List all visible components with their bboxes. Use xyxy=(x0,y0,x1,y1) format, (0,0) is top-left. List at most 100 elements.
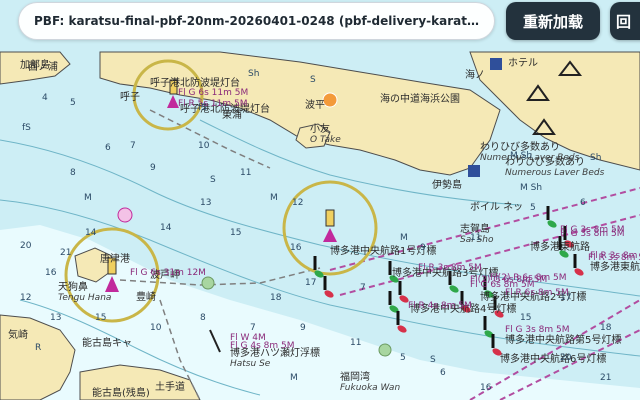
depth-sounding: 15 xyxy=(520,313,531,323)
depth-sounding: 20 xyxy=(20,241,32,251)
depth-sounding: 6 xyxy=(105,143,111,153)
seaweed-icon xyxy=(201,276,215,290)
depth-sounding: 14 xyxy=(85,228,97,238)
place-label: 呼子 xyxy=(120,91,140,103)
depth-sounding: 16 xyxy=(290,243,302,253)
place-label: 波平 xyxy=(305,98,325,111)
depth-sounding: 11 xyxy=(240,168,251,178)
place-label: 海の中道海浜公園 xyxy=(380,92,460,105)
depth-sounding: 18 xyxy=(600,323,612,333)
anchor-icon xyxy=(322,92,338,108)
light-characteristic-label: Fl(2) R 6s 8m 5M xyxy=(490,273,567,283)
seabed-notation: M Sh xyxy=(510,151,532,161)
place-label: 海ノ xyxy=(465,68,485,81)
depth-sounding: 10 xyxy=(198,141,210,151)
seabed-notation: M xyxy=(290,373,298,383)
depth-sounding: 7 xyxy=(360,283,366,293)
depth-sounding: 9 xyxy=(300,323,306,333)
depth-sounding: 18 xyxy=(270,293,282,303)
place-label-en: Fukuoka Wan xyxy=(340,383,400,393)
light-characteristic-label: Fl G 3s 8m 5M xyxy=(505,325,570,335)
place-label: ボイル ネッ xyxy=(470,201,523,213)
depth-sounding: 6 xyxy=(440,368,446,378)
light-characteristic-label: Fl G 6s 11m 5M xyxy=(178,88,248,98)
depth-sounding: 4 xyxy=(42,93,48,103)
depth-sounding: 10 xyxy=(150,323,162,333)
file-name-text: PBF: karatsu-final-pbf-20nm-20260401-024… xyxy=(34,14,484,28)
file-name-field[interactable]: PBF: karatsu-final-pbf-20nm-20260401-024… xyxy=(18,2,495,40)
seabed-notation: M xyxy=(400,233,408,243)
seabed-notation: Sh xyxy=(590,153,601,163)
seabed-notation: fS xyxy=(198,103,207,113)
place-label-en: Hatsu Se xyxy=(230,359,271,369)
depth-sounding: 13 xyxy=(200,198,211,208)
place-label: 能古島キャ xyxy=(82,336,132,349)
depth-sounding: 5 xyxy=(70,98,76,108)
place-label-en: Tengu Hana xyxy=(58,293,111,303)
place-label: 能古島(残島) xyxy=(92,386,150,399)
place-label: 豊崎 xyxy=(136,290,156,303)
place-label: 気崎 xyxy=(8,328,28,341)
place-label: 博多港中央航路6号灯標 xyxy=(500,352,606,365)
depth-sounding: 15 xyxy=(95,313,106,323)
light-characteristic-label: Fl R 3s 8m 5M xyxy=(590,251,640,261)
light-characteristic-label: Fl R 4s 8m 5M xyxy=(408,301,472,311)
place-label: 福岡湾 xyxy=(340,370,370,383)
depth-sounding: 16 xyxy=(45,268,57,278)
depth-sounding: 14 xyxy=(160,223,172,233)
chart-svg[interactable]: 加部島呼子港北防波堤灯台呼子港北防波堤灯台小友O Take海の中道海浜公園伊勢島… xyxy=(0,0,640,400)
nautical-chart[interactable]: 加部島 呼子港北防波堤灯台 呼子港北防波堤灯台 小友 O Take 海の中道海浜公園 伊勢島… xyxy=(0,0,640,400)
anchor-icon xyxy=(117,207,133,223)
depth-sounding: 6 xyxy=(580,198,586,208)
depth-sounding: 20 xyxy=(560,353,572,363)
place-label: ホテル xyxy=(508,57,538,69)
place-label: 天狗鼻 xyxy=(58,280,88,293)
seaweed-icon xyxy=(378,343,392,357)
place-label: 西ノ浦 xyxy=(28,60,58,73)
depth-sounding: 9 xyxy=(150,163,156,173)
hotel-icon xyxy=(490,58,502,70)
place-label: 土手道 xyxy=(155,380,185,393)
depth-sounding: 8 xyxy=(70,168,76,178)
seabed-notation: S xyxy=(210,175,216,185)
seabed-notation: M xyxy=(270,193,278,203)
seabed-notation: Sh xyxy=(248,69,259,79)
depth-sounding: 11 xyxy=(470,233,481,243)
light-characteristic-label: Fl R 3s 8m 5M xyxy=(418,263,482,273)
depth-sounding: 13 xyxy=(50,313,61,323)
place-label-en: O Take xyxy=(310,135,341,145)
depth-sounding: 5 xyxy=(530,203,536,213)
place-label: 博多港東航路 xyxy=(530,240,590,253)
depth-sounding: 7 xyxy=(250,323,256,333)
reload-button[interactable]: 重新加载 xyxy=(506,2,600,40)
seabed-notation: S xyxy=(310,75,316,85)
depth-sounding: 5 xyxy=(400,353,406,363)
place-label: 唐津港 xyxy=(100,252,130,265)
back-button[interactable]: 回 xyxy=(610,2,640,40)
depth-sounding: 9 xyxy=(420,243,426,253)
seabed-notation: R xyxy=(35,343,41,353)
depth-sounding: 8 xyxy=(200,313,206,323)
depth-sounding: 7 xyxy=(130,141,136,151)
seabed-notation: S xyxy=(430,355,436,365)
hotel-icon xyxy=(468,165,480,177)
depth-sounding: 21 xyxy=(600,373,611,383)
seabed-notation: M Sh xyxy=(520,183,542,193)
seabed-notation: M xyxy=(84,193,92,203)
light-characteristic-label: Fl R 5s 11m 5M xyxy=(178,99,248,109)
depth-sounding: 15 xyxy=(230,228,241,238)
depth-sounding: 21 xyxy=(60,248,71,258)
light-characteristic-label: Fl G 3s 8m 5M xyxy=(560,225,625,235)
place-label-en: Numerous Laver Beds xyxy=(505,168,605,178)
depth-sounding: 17 xyxy=(560,293,571,303)
depth-sounding: 12 xyxy=(292,198,303,208)
depth-sounding: 17 xyxy=(305,278,316,288)
depth-sounding: 12 xyxy=(20,293,31,303)
place-label: 小友 xyxy=(310,122,330,135)
light-characteristic-label: Fl G 6s 31m 12M xyxy=(130,268,206,278)
depth-sounding: 11 xyxy=(350,338,361,348)
place-label: 伊勢島 xyxy=(432,178,462,191)
seabed-notation: fS xyxy=(22,123,31,133)
depth-sounding: 16 xyxy=(480,383,492,393)
light-characteristic-label: Fl W 4M xyxy=(230,333,266,343)
